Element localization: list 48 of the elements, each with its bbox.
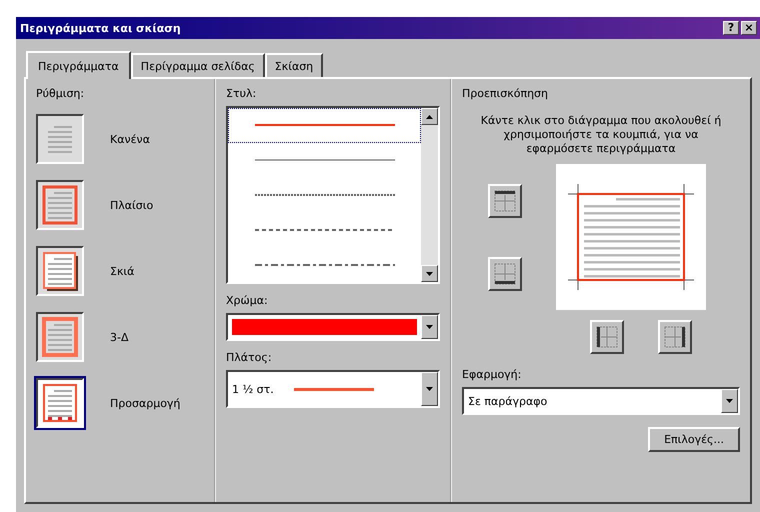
setting-name: Προσαρμογή bbox=[110, 396, 180, 410]
help-button[interactable]: ? bbox=[723, 21, 739, 35]
line-style-icon bbox=[254, 262, 394, 267]
apply-dropdown[interactable]: Σε παράγραφο bbox=[462, 387, 740, 415]
bottom-border-icon[interactable] bbox=[488, 256, 522, 290]
line-style-icon bbox=[254, 228, 394, 232]
tab[interactable]: Περίγραμμα σελίδας bbox=[130, 53, 265, 77]
preview-label: Προεπισκόπηση bbox=[462, 87, 549, 100]
style-label: Στυλ: bbox=[226, 87, 258, 100]
width-dropdown[interactable]: 1 ½ στ. bbox=[226, 370, 440, 408]
scrollbar[interactable] bbox=[421, 108, 438, 282]
right-border-icon[interactable] bbox=[658, 320, 692, 354]
line-sample-icon bbox=[294, 388, 374, 390]
setting-preset-icon[interactable] bbox=[36, 114, 84, 164]
options-button[interactable]: Επιλογές... bbox=[648, 427, 740, 452]
width-label: Πλάτος: bbox=[226, 351, 273, 364]
apply-value: Σε παράγραφο bbox=[468, 394, 548, 408]
tab[interactable]: Περιγράμματα bbox=[26, 51, 131, 79]
width-value: 1 ½ στ. bbox=[232, 382, 274, 396]
setting-label: Ρύθμιση: bbox=[36, 87, 86, 100]
down-arrow-icon bbox=[426, 272, 433, 276]
color-dropdown[interactable] bbox=[226, 313, 440, 341]
left-border-icon[interactable] bbox=[590, 320, 624, 354]
setting-name: Σκιά bbox=[110, 264, 134, 278]
border-preview-drawing[interactable] bbox=[556, 164, 706, 310]
line-style-icon bbox=[254, 158, 394, 162]
close-button[interactable]: × bbox=[741, 21, 757, 35]
setting-preset-icon[interactable] bbox=[36, 312, 84, 362]
top-border-icon[interactable] bbox=[488, 184, 522, 218]
up-arrow-icon bbox=[426, 114, 433, 118]
window-title: Περιγράμματα και σκίαση bbox=[20, 22, 182, 34]
tab[interactable]: Σκίαση bbox=[264, 53, 324, 77]
setting-preset-icon[interactable] bbox=[36, 246, 84, 296]
down-arrow-icon bbox=[726, 399, 733, 403]
line-style-icon bbox=[254, 192, 394, 197]
setting-name: 3-Δ bbox=[110, 330, 128, 344]
setting-name: Πλαίσιο bbox=[110, 198, 154, 212]
line-style-item[interactable] bbox=[228, 108, 421, 143]
setting-preset-icon[interactable] bbox=[36, 378, 84, 428]
color-label: Χρώμα: bbox=[226, 294, 269, 307]
down-arrow-icon bbox=[426, 387, 433, 391]
apply-label: Εφαρμογή: bbox=[462, 368, 522, 381]
preview-hint: Κάντε κλικ στο διάγραμμα που ακολουθεί ή χρησιμοποιήστε τα κουμπιά, για να εφαρμόσετε περιγράμματα bbox=[480, 114, 722, 156]
setting-name: Κανένα bbox=[110, 132, 150, 146]
setting-preset-icon[interactable] bbox=[36, 180, 84, 230]
line-style-icon bbox=[254, 123, 394, 128]
style-list[interactable] bbox=[226, 106, 440, 284]
down-arrow-icon bbox=[426, 325, 433, 329]
